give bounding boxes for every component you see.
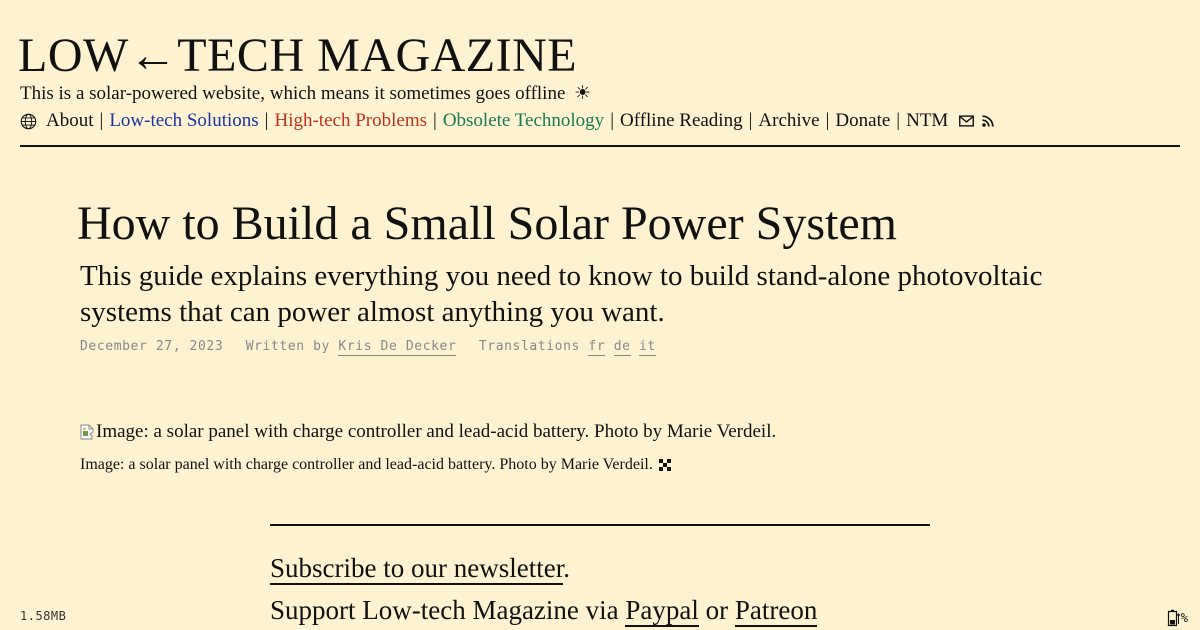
- article-title: How to Build a Small Solar Power System: [77, 197, 897, 250]
- nav-high-tech-problems[interactable]: High-tech Problems: [274, 109, 427, 133]
- newsletter-cta: Subscribe to our newsletter.: [270, 551, 570, 585]
- article-subtitle: This guide explains everything you need …: [80, 260, 1043, 328]
- support-text: Support Low-tech Magazine via: [270, 595, 619, 625]
- nav-low-tech-solutions[interactable]: Low-tech Solutions: [109, 109, 258, 133]
- image-alt-text: Image: a solar panel with charge control…: [96, 421, 777, 442]
- nav-separator: |: [825, 110, 830, 131]
- site-tagline: This is a solar-powered website, which m…: [20, 83, 591, 105]
- nav-obsolete-technology[interactable]: Obsolete Technology: [443, 109, 604, 133]
- article-image[interactable]: Image: a solar panel with charge control…: [80, 421, 776, 443]
- nav-archive[interactable]: Archive: [758, 109, 819, 133]
- page-size-indicator: 1.58MB: [20, 609, 67, 623]
- translation-link-de[interactable]: de: [613, 339, 631, 356]
- nav-offline-reading[interactable]: Offline Reading: [620, 109, 743, 133]
- main-nav: About | Low-tech Solutions | High-tech P…: [20, 109, 994, 133]
- nav-donate[interactable]: Donate: [835, 109, 890, 133]
- translation-link-fr[interactable]: fr: [588, 339, 606, 356]
- written-by-label: Written by: [245, 339, 330, 354]
- battery-icon: [1167, 609, 1181, 627]
- image-caption-text: Image: a solar panel with charge control…: [80, 456, 653, 473]
- broken-image-icon: [80, 424, 94, 440]
- nav-separator: |: [610, 110, 614, 131]
- nav-separator: |: [99, 110, 104, 131]
- site-logo-link[interactable]: LOW←TECH MAGAZINE: [18, 30, 577, 82]
- globe-icon[interactable]: [20, 113, 37, 130]
- battery-percent: %: [1180, 611, 1188, 625]
- battery-indicator: %: [1167, 609, 1188, 627]
- paypal-link[interactable]: Paypal: [625, 595, 699, 627]
- article-meta: December 27, 2023 Written by Kris De Dec…: [80, 339, 656, 356]
- nav-separator: |: [433, 110, 437, 131]
- nav-about[interactable]: About: [46, 109, 94, 133]
- support-or: or: [705, 595, 729, 625]
- sun-icon: ☀: [574, 83, 592, 104]
- subscribe-period: .: [563, 553, 570, 583]
- patreon-link[interactable]: Patreon: [734, 595, 818, 627]
- support-cta: Support Low-tech Magazine via Paypal or …: [270, 593, 818, 627]
- nav-separator: |: [896, 110, 901, 131]
- nav-separator: |: [264, 110, 269, 131]
- author-link[interactable]: Kris De Decker: [338, 339, 457, 356]
- rss-icon[interactable]: [982, 115, 994, 127]
- dither-toggle-icon[interactable]: [658, 459, 671, 471]
- article-date: December 27, 2023: [80, 339, 224, 354]
- tagline-text: This is a solar-powered website, which m…: [20, 83, 566, 104]
- nav-ntm[interactable]: NTM: [906, 109, 948, 133]
- section-divider: [270, 524, 930, 526]
- header-divider: [20, 145, 1180, 147]
- nav-separator: |: [748, 110, 753, 131]
- mail-icon[interactable]: [959, 115, 975, 127]
- subscribe-newsletter-link[interactable]: Subscribe to our newsletter: [270, 553, 564, 585]
- image-caption: Image: a solar panel with charge control…: [80, 455, 671, 475]
- translation-link-it[interactable]: it: [639, 339, 656, 356]
- translations-label: Translations: [478, 339, 580, 354]
